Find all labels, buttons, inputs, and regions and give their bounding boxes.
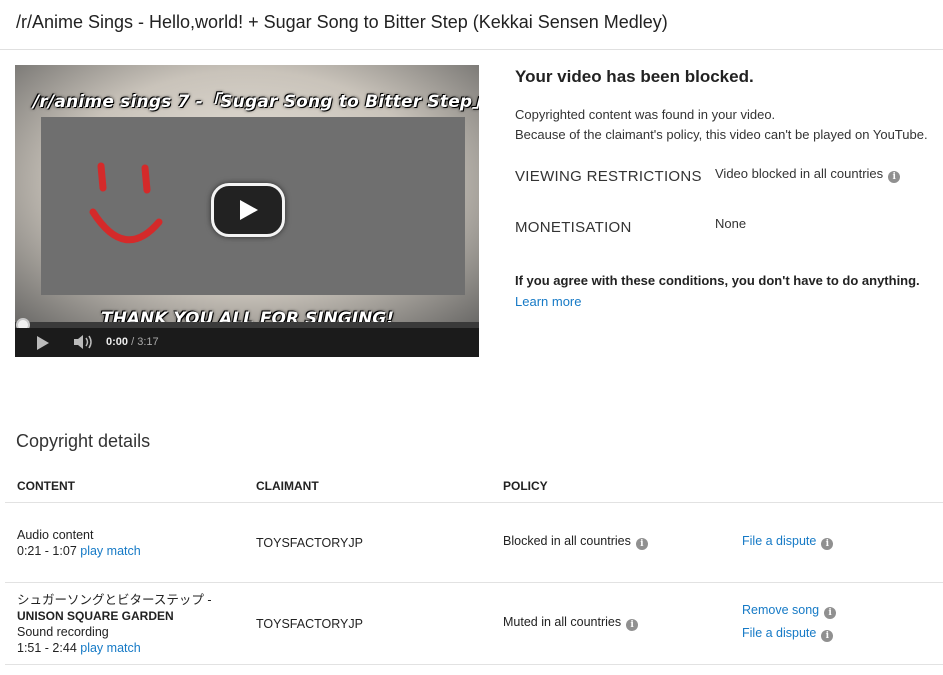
viewing-restrictions-text: Video blocked in all countries: [715, 166, 884, 181]
smiley-drawing: [89, 162, 163, 244]
copyright-details-title: Copyright details: [16, 431, 151, 451]
content-type: Sound recording: [17, 625, 109, 639]
content-cell: シュガーソングとビターステップ - UNISON SQUARE GARDEN S…: [17, 592, 212, 656]
row-divider: [5, 582, 943, 583]
page-title: /r/Anime Sings - Hello,world! + Sugar So…: [16, 12, 668, 32]
volume-icon[interactable]: [73, 334, 95, 350]
big-play-button[interactable]: [211, 183, 285, 237]
time-separator: /: [128, 336, 138, 348]
time-readout: 0:00 / 3:17: [106, 336, 159, 348]
song-title: シュガーソングとビターステップ -: [17, 593, 212, 607]
file-dispute-link[interactable]: File a dispute: [742, 626, 816, 640]
viewing-restrictions-value: Video blocked in all countries i: [715, 166, 901, 183]
play-match-link[interactable]: play match: [80, 641, 140, 655]
policy-cell: Muted in all countries i: [503, 614, 639, 631]
action-cell: File a dispute i: [742, 533, 834, 550]
info-icon[interactable]: i: [888, 171, 901, 183]
header-row-divider: [5, 502, 943, 503]
info-icon[interactable]: i: [821, 538, 834, 550]
video-frame-top-text: /r/anime sings 7 -「Sugar Song to Bitter …: [33, 92, 479, 112]
claimant-cell: TOYSFACTORYJP: [256, 617, 363, 631]
time-total: 3:17: [137, 336, 159, 348]
monetisation-label: MONETISATION: [515, 219, 632, 236]
match-range-text: 0:21 - 1:07: [17, 544, 77, 558]
viewing-restrictions-label: VIEWING RESTRICTIONS: [515, 168, 702, 185]
claimant-column-header: CLAIMANT: [256, 479, 319, 493]
play-match-link[interactable]: play match: [80, 544, 140, 558]
info-icon[interactable]: i: [626, 619, 639, 631]
info-icon[interactable]: i: [821, 630, 834, 642]
policy-cell: Blocked in all countries i: [503, 533, 648, 550]
info-icon[interactable]: i: [635, 538, 648, 550]
monetisation-value: None: [715, 216, 747, 231]
claimant-cell: TOYSFACTORYJP: [256, 536, 363, 550]
action-cell: File a dispute i: [742, 625, 834, 642]
match-range: 1:51 - 2:44 play match: [17, 640, 212, 656]
time-current: 0:00: [106, 336, 129, 348]
play-icon[interactable]: [37, 336, 49, 350]
learn-more-link[interactable]: Learn more: [515, 294, 581, 309]
blocked-reason-line-2: Because of the claimant's policy, this v…: [515, 127, 928, 142]
info-icon[interactable]: i: [824, 607, 837, 619]
video-player[interactable]: /r/anime sings 7 -「Sugar Song to Bitter …: [15, 65, 479, 357]
blocked-title: Your video has been blocked.: [515, 67, 754, 86]
file-dispute-link[interactable]: File a dispute: [742, 534, 816, 548]
policy-column-header: POLICY: [503, 479, 548, 493]
row-divider: [5, 664, 943, 665]
policy-text: Muted in all countries: [503, 615, 622, 629]
content-type: Audio content: [17, 528, 94, 542]
policy-text: Blocked in all countries: [503, 534, 631, 548]
action-cell: Remove song i: [742, 602, 837, 619]
artist-name: UNISON SQUARE GARDEN: [17, 608, 212, 624]
artist-name-text: UNISON SQUARE GARDEN: [17, 609, 174, 623]
blocked-reason-line-1: Copyrighted content was found in your vi…: [515, 107, 776, 122]
remove-song-link[interactable]: Remove song: [742, 603, 819, 617]
agree-conditions-text: If you agree with these conditions, you …: [515, 273, 920, 288]
match-range-text: 1:51 - 2:44: [17, 641, 77, 655]
play-icon: [240, 200, 258, 220]
player-controls: 0:00 / 3:17: [15, 328, 479, 357]
content-cell: Audio content 0:21 - 1:07 play match: [17, 527, 141, 559]
content-column-header: CONTENT: [17, 479, 75, 493]
header-divider: [0, 49, 943, 50]
video-frame[interactable]: /r/anime sings 7 -「Sugar Song to Bitter …: [15, 65, 479, 329]
match-range: 0:21 - 1:07 play match: [17, 543, 141, 559]
